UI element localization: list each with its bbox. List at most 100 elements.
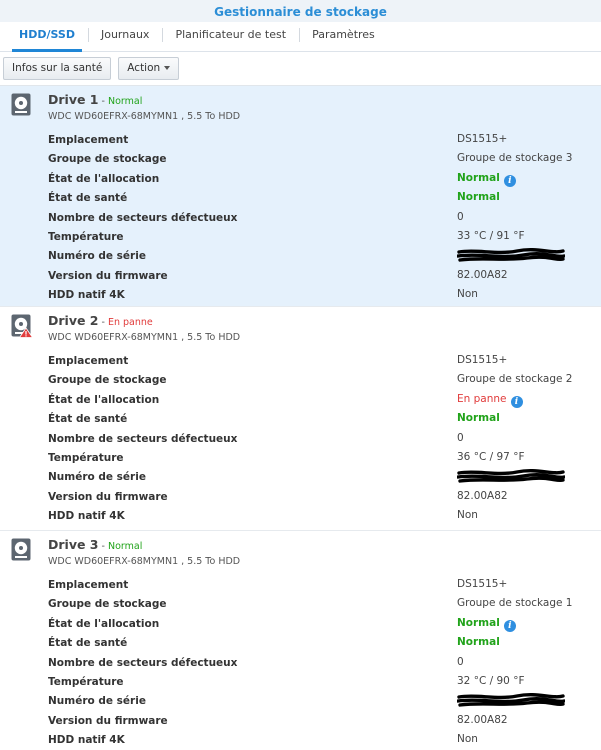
bad-sectors-row: Nombre de secteurs défectueux 0: [48, 653, 601, 672]
pool-label: Groupe de stockage: [48, 374, 167, 387]
drive-item-3[interactable]: Drive 3 - Normal WDC WD60EFRX-68MYMN1 , …: [0, 531, 601, 750]
serial-row: Numéro de série: [48, 467, 601, 486]
bad-sectors-label: Nombre de secteurs défectueux: [48, 211, 238, 224]
allocation-row: État de l'allocation Normal i: [48, 614, 601, 633]
drive-item-1[interactable]: Drive 1 - Normal WDC WD60EFRX-68MYMN1 , …: [0, 86, 601, 307]
allocation-row: État de l'allocation Normal i: [48, 169, 601, 188]
allocation-row: État de l'allocation En panne i: [48, 390, 601, 409]
health-label: État de santé: [48, 637, 128, 650]
location-value: DS1515+: [457, 133, 508, 145]
location-row: Emplacement DS1515+: [48, 130, 601, 149]
info-icon[interactable]: i: [503, 174, 516, 187]
app-title: Gestionnaire de stockage: [214, 5, 387, 19]
health-value: Normal: [457, 636, 500, 649]
allocation-label: État de l'allocation: [48, 393, 160, 406]
drive-model: WDC WD60EFRX-68MYMN1 , 5.5 To HDD: [48, 556, 241, 567]
location-value-cell: DS1515+: [457, 575, 507, 594]
health-row: État de santé Normal: [48, 633, 601, 652]
native4k-label: HDD natif 4K: [48, 289, 125, 302]
native4k-row: HDD natif 4K Non: [48, 285, 601, 304]
drive-name: Drive 2: [48, 313, 99, 328]
chevron-down-icon: [164, 66, 171, 70]
drive-status: En panne: [107, 317, 153, 328]
native4k-row: HDD natif 4K Non: [48, 730, 601, 749]
drive-name: Drive 1: [48, 92, 99, 107]
status-separator: -: [98, 541, 108, 552]
serial-value-cell: [457, 467, 565, 486]
health-value-cell: Normal: [457, 633, 500, 652]
serial-redaction: [457, 469, 565, 484]
location-value-cell: DS1515+: [457, 351, 507, 370]
tab-bar: HDD/SSD Journaux Planificateur de test P…: [0, 22, 601, 52]
allocation-value-cell: Normal i: [457, 614, 516, 633]
temperature-row: Température 33 °C / 91 °F: [48, 227, 601, 246]
allocation-label: État de l'allocation: [48, 172, 160, 185]
bad-sectors-row: Nombre de secteurs défectueux 0: [48, 429, 601, 448]
drive-item-2[interactable]: Drive 2 - En panne WDC WD60EFRX-68MYMN1 …: [0, 307, 601, 531]
firmware-label: Version du firmware: [48, 714, 168, 727]
allocation-value-cell: Normal i: [457, 169, 516, 188]
drive-model: WDC WD60EFRX-68MYMN1 , 5.5 To HDD: [48, 111, 241, 122]
health-info-button[interactable]: Infos sur la santé: [3, 57, 112, 80]
location-value: DS1515+: [457, 578, 508, 590]
native4k-value-cell: Non: [457, 730, 478, 749]
native4k-label: HDD natif 4K: [48, 734, 125, 747]
allocation-value: En panne: [457, 392, 507, 405]
action-button[interactable]: Action: [118, 57, 180, 80]
tab-hdd-ssd[interactable]: HDD/SSD: [6, 22, 88, 52]
tab-journaux[interactable]: Journaux: [87, 22, 162, 51]
bad-sectors-value: 0: [457, 210, 464, 223]
location-label: Emplacement: [48, 134, 129, 146]
firmware-row: Version du firmware 82.00A82: [48, 711, 601, 730]
bad-sectors-value-cell: 0: [457, 653, 464, 672]
firmware-row: Version du firmware 82.00A82: [48, 487, 601, 506]
location-value: DS1515+: [457, 354, 508, 366]
serial-label: Numéro de série: [48, 250, 146, 263]
health-row: État de santé Normal: [48, 409, 601, 428]
storage-pool-row: Groupe de stockage Groupe de stockage 1: [48, 594, 601, 613]
pool-value: Groupe de stockage 3: [457, 152, 573, 165]
pool-value-cell: Groupe de stockage 2: [457, 370, 573, 389]
firmware-value: 82.00A82: [457, 268, 508, 281]
firmware-label: Version du firmware: [48, 269, 168, 282]
serial-label: Numéro de série: [48, 695, 146, 708]
health-row: État de santé Normal: [48, 188, 601, 207]
info-icon[interactable]: i: [503, 619, 516, 632]
firmware-value-cell: 82.00A82: [457, 487, 508, 506]
drive-name: Drive 3: [48, 537, 99, 552]
temperature-value-cell: 32 °C / 90 °F: [457, 672, 524, 691]
temperature-row: Température 36 °C / 97 °F: [48, 448, 601, 467]
firmware-row: Version du firmware 82.00A82: [48, 266, 601, 285]
firmware-value-cell: 82.00A82: [457, 266, 508, 285]
hdd-icon: [11, 93, 33, 117]
tab-parametres[interactable]: Paramètres: [299, 22, 388, 51]
location-row: Emplacement DS1515+: [48, 351, 601, 370]
drive-status: Normal: [107, 541, 143, 552]
hdd-icon: [11, 538, 33, 562]
tab-planificateur[interactable]: Planificateur de test: [162, 22, 299, 51]
firmware-value-cell: 82.00A82: [457, 711, 508, 730]
bad-sectors-value: 0: [457, 655, 464, 668]
native4k-label: HDD natif 4K: [48, 510, 125, 523]
temperature-value: 36 °C / 97 °F: [457, 450, 525, 463]
pool-value-cell: Groupe de stockage 1: [457, 594, 573, 613]
status-separator: -: [98, 317, 108, 328]
serial-value-cell: [457, 691, 565, 710]
bad-sectors-row: Nombre de secteurs défectueux 0: [48, 208, 601, 227]
storage-pool-row: Groupe de stockage Groupe de stockage 2: [48, 370, 601, 389]
temperature-row: Température 32 °C / 90 °F: [48, 672, 601, 691]
bad-sectors-value-cell: 0: [457, 208, 464, 227]
serial-redaction: [457, 693, 565, 708]
pool-value: Groupe de stockage 1: [457, 597, 573, 610]
serial-row: Numéro de série: [48, 246, 601, 265]
health-value: Normal: [457, 412, 500, 425]
location-label: Emplacement: [48, 579, 129, 591]
bad-sectors-label: Nombre de secteurs défectueux: [48, 432, 238, 445]
native4k-value-cell: Non: [457, 506, 478, 525]
drive-status: Normal: [107, 96, 143, 107]
info-icon[interactable]: i: [510, 395, 523, 408]
bad-sectors-label: Nombre de secteurs défectueux: [48, 656, 238, 669]
firmware-value: 82.00A82: [457, 489, 508, 502]
health-label: État de santé: [48, 192, 128, 205]
toolbar: Infos sur la santé Action: [0, 52, 601, 86]
